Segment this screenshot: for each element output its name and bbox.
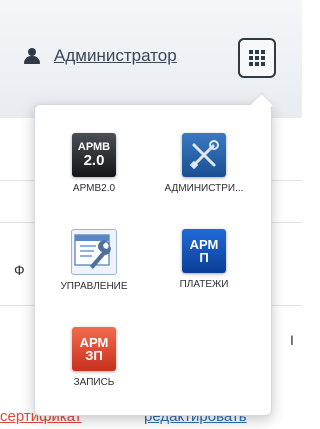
grid-icon bbox=[249, 50, 265, 66]
app-tile-label: ЗАПИСЬ bbox=[73, 377, 115, 388]
app-tile-label: УПРАВЛЕНИЕ bbox=[60, 281, 128, 292]
background-cell-text: I bbox=[290, 332, 294, 348]
armb-icon: АРМВ 2.0 bbox=[72, 133, 116, 177]
app-tile-label: АДМИНИСТРИ... bbox=[164, 183, 244, 194]
app-tile-record[interactable]: АРМ ЗП ЗАПИСЬ bbox=[39, 327, 149, 388]
background-cell-text: Ф bbox=[14, 262, 25, 278]
app-tile-management[interactable]: УПРАВЛЕНИЕ bbox=[39, 229, 149, 292]
window-settings-icon bbox=[71, 229, 117, 275]
user-icon bbox=[24, 48, 40, 64]
arm-p-icon: АРМ П bbox=[182, 229, 226, 273]
app-tile-armb[interactable]: АРМВ 2.0 АРМВ2.0 bbox=[39, 133, 149, 194]
apps-menu-button[interactable] bbox=[238, 38, 276, 78]
tools-icon bbox=[182, 133, 226, 177]
apps-dropdown: АРМВ 2.0 АРМВ2.0 АДМИНИСТРИ... УПРАВЛЕНИ… bbox=[34, 92, 274, 416]
user-name[interactable]: Администратор bbox=[54, 46, 177, 66]
app-tile-label: АРМВ2.0 bbox=[72, 183, 116, 194]
app-tile-payments[interactable]: АРМ П ПЛАТЕЖИ bbox=[149, 229, 259, 290]
app-tile-label: ПЛАТЕЖИ bbox=[179, 279, 229, 290]
user-profile-link[interactable]: Администратор bbox=[24, 46, 177, 66]
app-tile-administration[interactable]: АДМИНИСТРИ... bbox=[149, 133, 259, 194]
arm-zp-icon: АРМ ЗП bbox=[72, 327, 116, 371]
